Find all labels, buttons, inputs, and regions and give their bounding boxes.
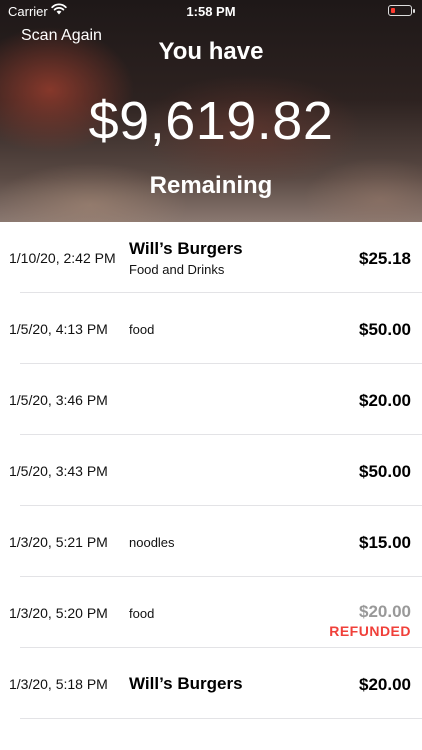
transaction-row[interactable]: 1/5/20, 3:43 PM $50.00 — [0, 435, 422, 506]
transaction-amount: $50.00 — [359, 462, 411, 481]
battery-icon — [388, 5, 415, 16]
transaction-amount: $15.00 — [359, 533, 411, 552]
you-have-label: You have — [158, 38, 264, 65]
transaction-amount: $20.00 — [359, 675, 411, 694]
transaction-row[interactable]: 1/10/20, 2:42 PM Will’s Burgers Food and… — [0, 222, 422, 293]
transaction-amount: $50.00 — [359, 320, 411, 339]
transaction-date: 1/3/20, 5:20 PM — [9, 605, 108, 621]
transaction-amount: $25.18 — [359, 249, 411, 268]
status-time: 1:58 PM — [186, 4, 236, 19]
transaction-amount: $20.00 — [359, 602, 411, 621]
transaction-list: 1/10/20, 2:42 PM Will’s Burgers Food and… — [0, 222, 422, 719]
transaction-merchant: Will’s Burgers — [129, 239, 243, 258]
transaction-date: 1/5/20, 4:13 PM — [9, 321, 108, 337]
battery-level — [390, 7, 395, 13]
transaction-description: food — [129, 606, 155, 621]
transaction-description: noodles — [129, 535, 175, 550]
row-divider — [20, 718, 422, 719]
transaction-date: 1/10/20, 2:42 PM — [9, 250, 116, 266]
transaction-date: 1/5/20, 3:43 PM — [9, 463, 108, 479]
transaction-description: food — [129, 322, 155, 337]
refunded-badge: REFUNDED — [329, 623, 411, 639]
transaction-row[interactable]: 1/5/20, 4:13 PM food $50.00 — [0, 293, 422, 364]
balance-header: Carrier 1:58 PM Scan Again You have $9,6… — [0, 0, 422, 222]
transaction-row[interactable]: 1/3/20, 5:18 PM Will’s Burgers $20.00 — [0, 648, 422, 719]
transaction-date: 1/3/20, 5:21 PM — [9, 534, 108, 550]
transaction-row[interactable]: 1/3/20, 5:21 PM noodles $15.00 — [0, 506, 422, 577]
transaction-date: 1/5/20, 3:46 PM — [9, 392, 108, 408]
balance-amount: $9,619.82 — [88, 91, 334, 151]
transaction-row[interactable]: 1/5/20, 3:46 PM $20.00 — [0, 364, 422, 435]
transaction-date: 1/3/20, 5:18 PM — [9, 676, 108, 692]
status-bar: Carrier 1:58 PM — [0, 0, 422, 22]
transaction-description: Food and Drinks — [129, 262, 225, 277]
remaining-label: Remaining — [149, 172, 273, 199]
transaction-amount: $20.00 — [359, 391, 411, 410]
transaction-row-refunded[interactable]: 1/3/20, 5:20 PM food $20.00 REFUNDED — [0, 577, 422, 648]
transaction-merchant: Will’s Burgers — [129, 674, 243, 693]
